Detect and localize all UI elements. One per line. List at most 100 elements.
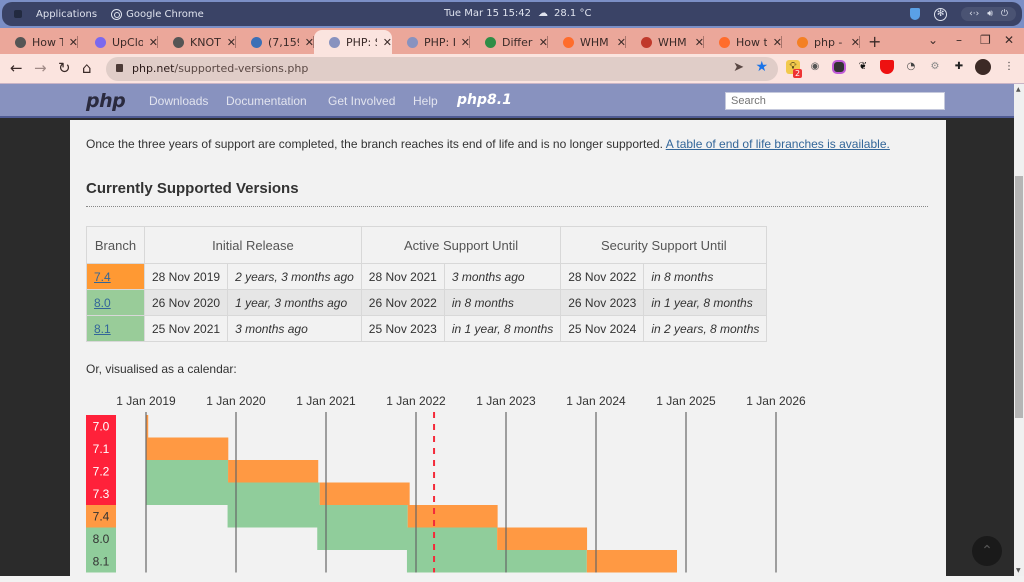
- security-support-bar: [319, 482, 410, 505]
- url-text[interactable]: php.net/supported-versions.php: [132, 62, 308, 75]
- speed-gauge-extension-icon[interactable]: ◔: [904, 60, 918, 74]
- new-tab-button[interactable]: +: [868, 32, 881, 51]
- accessibility-icon[interactable]: ✻: [934, 7, 948, 21]
- clock[interactable]: Tue Mar 15 15:42: [444, 8, 531, 19]
- branch-label: 7.0: [93, 420, 110, 434]
- tab-separator: [77, 36, 78, 48]
- eye-extension-icon[interactable]: ◉: [808, 60, 822, 74]
- page-scrollbar[interactable]: ▲ ▼: [1014, 84, 1024, 576]
- security-support-relative: in 2 years, 8 months: [643, 315, 768, 342]
- extensions-puzzle-icon[interactable]: ✚: [952, 60, 966, 74]
- chrome-menu-icon[interactable]: ⋮: [1002, 60, 1016, 74]
- branch-label: 7.2: [93, 465, 110, 479]
- year-tick-label: 1 Jan 2026: [746, 394, 806, 408]
- scroll-up-arrow-icon[interactable]: ▲: [1016, 86, 1021, 93]
- close-window-button[interactable]: ✕: [1004, 33, 1014, 47]
- security-support-relative: in 8 months: [643, 263, 768, 290]
- scroll-down-arrow-icon[interactable]: ▼: [1016, 567, 1021, 574]
- active-app-indicator[interactable]: Google Chrome: [111, 8, 204, 20]
- browser-tab[interactable]: php - \✕: [782, 30, 860, 54]
- browser-tab[interactable]: WHM ✕: [548, 30, 626, 54]
- settings-extension-icon[interactable]: ⚙: [928, 60, 942, 74]
- bookmark-star-icon[interactable]: ★: [755, 59, 768, 75]
- year-tick-label: 1 Jan 2020: [206, 394, 266, 408]
- active-support-bar: [146, 482, 320, 505]
- nav-link-downloads[interactable]: Downloads: [149, 94, 208, 108]
- branch-link[interactable]: 8.1: [94, 322, 111, 336]
- nav-link-get-involved[interactable]: Get Involved: [328, 94, 395, 108]
- intro-text: Once the three years of support are comp…: [86, 137, 664, 151]
- cpanel-icon: [719, 36, 730, 48]
- security-shield-icon[interactable]: [910, 8, 921, 20]
- tab-search-chevron-icon[interactable]: ⌄: [928, 33, 938, 47]
- php-logo[interactable]: php: [86, 90, 126, 112]
- supported-versions-table: Branch Initial Release Active Support Un…: [86, 226, 768, 342]
- notification-icon: [251, 36, 262, 48]
- adblock-shield-icon[interactable]: [880, 60, 894, 74]
- extension-badge: 2: [793, 69, 803, 78]
- tab-title: (7,159: [268, 35, 299, 49]
- branch-link[interactable]: 7.4: [94, 270, 111, 284]
- initial-release-date: 26 Nov 2020: [143, 289, 229, 316]
- color-ring-extension-icon[interactable]: [832, 60, 846, 74]
- browser-tab[interactable]: PHP: I ✕: [392, 30, 470, 54]
- browser-tab[interactable]: PHP: S ✕: [314, 30, 392, 54]
- applications-menu[interactable]: Applications: [36, 9, 97, 20]
- security-support-bar: [407, 505, 498, 528]
- header-branch: Branch: [86, 226, 145, 264]
- active-support-date: 28 Nov 2021: [360, 263, 445, 290]
- intro-paragraph: Once the three years of support are comp…: [86, 137, 890, 151]
- system-menu[interactable]: ‹·› 🔊︎ ⏻: [961, 7, 1016, 21]
- security-support-bar: [228, 460, 319, 483]
- browser-tab[interactable]: KNOT ✕: [158, 30, 236, 54]
- minimize-button[interactable]: –: [956, 33, 962, 47]
- forward-button[interactable]: →: [34, 59, 47, 77]
- branch-label: 8.1: [93, 555, 110, 569]
- year-tick-label: 1 Jan 2022: [386, 394, 446, 408]
- send-to-device-icon[interactable]: ➤: [733, 60, 744, 75]
- browser-tab[interactable]: WHM ✕: [626, 30, 704, 54]
- calendar-intro: Or, visualised as a calendar:: [86, 362, 237, 376]
- gnome-extension-icon[interactable]: ❦: [856, 60, 870, 74]
- branch-cell: 8.1: [86, 315, 145, 342]
- nav-link-help[interactable]: Help: [413, 94, 438, 108]
- php81-promo-link[interactable]: php8.1: [457, 92, 512, 108]
- support-calendar-chart: 7.0 7.1 7.2 7.3 7.4 8.0 8.1 1 Jan 2019 1 Jan 202…: [86, 394, 806, 573]
- php-icon: [407, 36, 418, 48]
- security-support-bar: [586, 550, 678, 573]
- tab-title: WHM: [658, 35, 687, 49]
- browser-tab[interactable]: Differ ✕: [470, 30, 548, 54]
- search-input[interactable]: [725, 92, 945, 110]
- os-logo-icon[interactable]: [14, 10, 22, 18]
- initial-release-date: 25 Nov 2021: [143, 315, 229, 342]
- nav-link-documentation[interactable]: Documentation: [226, 94, 307, 108]
- browser-tab[interactable]: UpClo ✕: [80, 30, 158, 54]
- branch-link[interactable]: 8.0: [94, 296, 111, 310]
- scrollbar-thumb[interactable]: [1015, 176, 1023, 418]
- reload-button[interactable]: ↻: [58, 59, 71, 77]
- browser-tab[interactable]: How t ✕: [704, 30, 782, 54]
- geeksforgeeks-icon: [485, 36, 496, 48]
- browser-tab[interactable]: (7,159✕: [236, 30, 314, 54]
- heading-divider: [86, 206, 928, 207]
- cloud-icon: ☁: [538, 8, 548, 19]
- table-header-row: Branch Initial Release Active Support Un…: [86, 226, 768, 264]
- active-app-label: Google Chrome: [126, 8, 204, 20]
- restore-button[interactable]: ❐: [980, 33, 991, 47]
- year-tick-label: 1 Jan 2024: [566, 394, 626, 408]
- browser-toolbar: ← → ↻ ⌂ php.net/supported-versions.php ➤…: [0, 54, 1024, 84]
- eol-table-link[interactable]: A table of end of life branches is avail…: [666, 137, 890, 151]
- home-button[interactable]: ⌂: [82, 59, 92, 77]
- tab-close-icon[interactable]: ✕: [383, 36, 392, 49]
- lock-icon[interactable]: [116, 64, 123, 72]
- weather-indicator[interactable]: ☁ 28.1 °C: [538, 8, 591, 19]
- browser-tab[interactable]: How T✕: [0, 30, 78, 54]
- address-bar[interactable]: php.net/supported-versions.php ➤ ★: [106, 57, 778, 81]
- profile-avatar[interactable]: [975, 59, 991, 75]
- initial-release-date: 28 Nov 2019: [143, 263, 229, 290]
- scroll-to-top-button[interactable]: ⌃: [972, 536, 1002, 566]
- back-button[interactable]: ←: [10, 59, 23, 77]
- tab-title: PHP: S: [346, 35, 377, 49]
- initial-release-relative: 1 year, 3 months ago: [227, 289, 362, 316]
- power-icon: ⏻: [1000, 9, 1008, 19]
